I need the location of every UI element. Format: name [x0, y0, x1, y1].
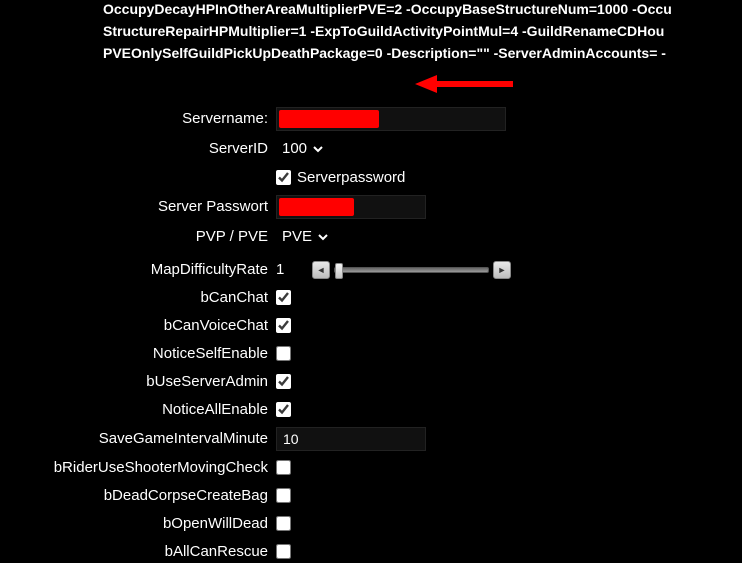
bopenwilldead-checkbox[interactable]	[276, 516, 291, 531]
serverpassword-cb-label: Serverpassword	[297, 169, 405, 186]
server-settings-form: Servername: ServerID 100 Serverpassword …	[0, 67, 742, 563]
mapdifficulty-value: 1	[276, 261, 302, 278]
pvp-pve-select[interactable]: PVE	[276, 225, 331, 249]
buseserveradmin-label: bUseServerAdmin	[0, 373, 276, 390]
mapdifficulty-slider[interactable]: ◄ ►	[312, 261, 511, 279]
brideruseshootermovingcheck-checkbox[interactable]	[276, 460, 291, 475]
mapdifficulty-label: MapDifficultyRate	[0, 261, 276, 278]
serverid-label: ServerID	[0, 140, 276, 157]
slider-decrement-button[interactable]: ◄	[312, 261, 330, 279]
servername-label: Servername:	[0, 110, 276, 127]
bdeadcorpsecreatebag-label: bDeadCorpseCreateBag	[0, 487, 276, 504]
config-dump-line: StructureRepairHPMultiplier=1 -ExpToGuil…	[0, 22, 742, 44]
serverpassword-checkbox[interactable]	[276, 170, 291, 185]
noticeselfenable-label: NoticeSelfEnable	[0, 345, 276, 362]
config-dump-line: OccupyDecayHPInOtherAreaMultiplierPVE=2 …	[0, 0, 742, 22]
bdeadcorpsecreatebag-checkbox[interactable]	[276, 488, 291, 503]
ballcanrescue-label: bAllCanRescue	[0, 543, 276, 560]
serverid-select[interactable]: 100	[276, 137, 326, 161]
brideruseshootermovingcheck-label: bRiderUseShooterMovingCheck	[0, 459, 276, 476]
savegameinterval-input[interactable]	[276, 427, 426, 451]
bcanchat-checkbox[interactable]	[276, 290, 291, 305]
redacted-overlay	[279, 110, 379, 128]
slider-track[interactable]	[334, 267, 489, 273]
bcanchat-label: bCanChat	[0, 289, 276, 306]
config-dump-line: PVEOnlySelfGuildPickUpDeathPackage=0 -De…	[0, 44, 742, 66]
noticeselfenable-checkbox[interactable]	[276, 346, 291, 361]
savegameinterval-label: SaveGameIntervalMinute	[0, 430, 276, 447]
bopenwilldead-label: bOpenWillDead	[0, 515, 276, 532]
pvp-pve-label: PVP / PVE	[0, 228, 276, 245]
bcanvoicechat-label: bCanVoiceChat	[0, 317, 276, 334]
slider-thumb[interactable]	[335, 263, 343, 279]
noticeallenable-checkbox[interactable]	[276, 402, 291, 417]
bcanvoicechat-checkbox[interactable]	[276, 318, 291, 333]
serverpasswort-label: Server Passwort	[0, 198, 276, 215]
slider-increment-button[interactable]: ►	[493, 261, 511, 279]
buseserveradmin-checkbox[interactable]	[276, 374, 291, 389]
redacted-overlay	[279, 198, 354, 216]
noticeallenable-label: NoticeAllEnable	[0, 401, 276, 418]
ballcanrescue-checkbox[interactable]	[276, 544, 291, 559]
